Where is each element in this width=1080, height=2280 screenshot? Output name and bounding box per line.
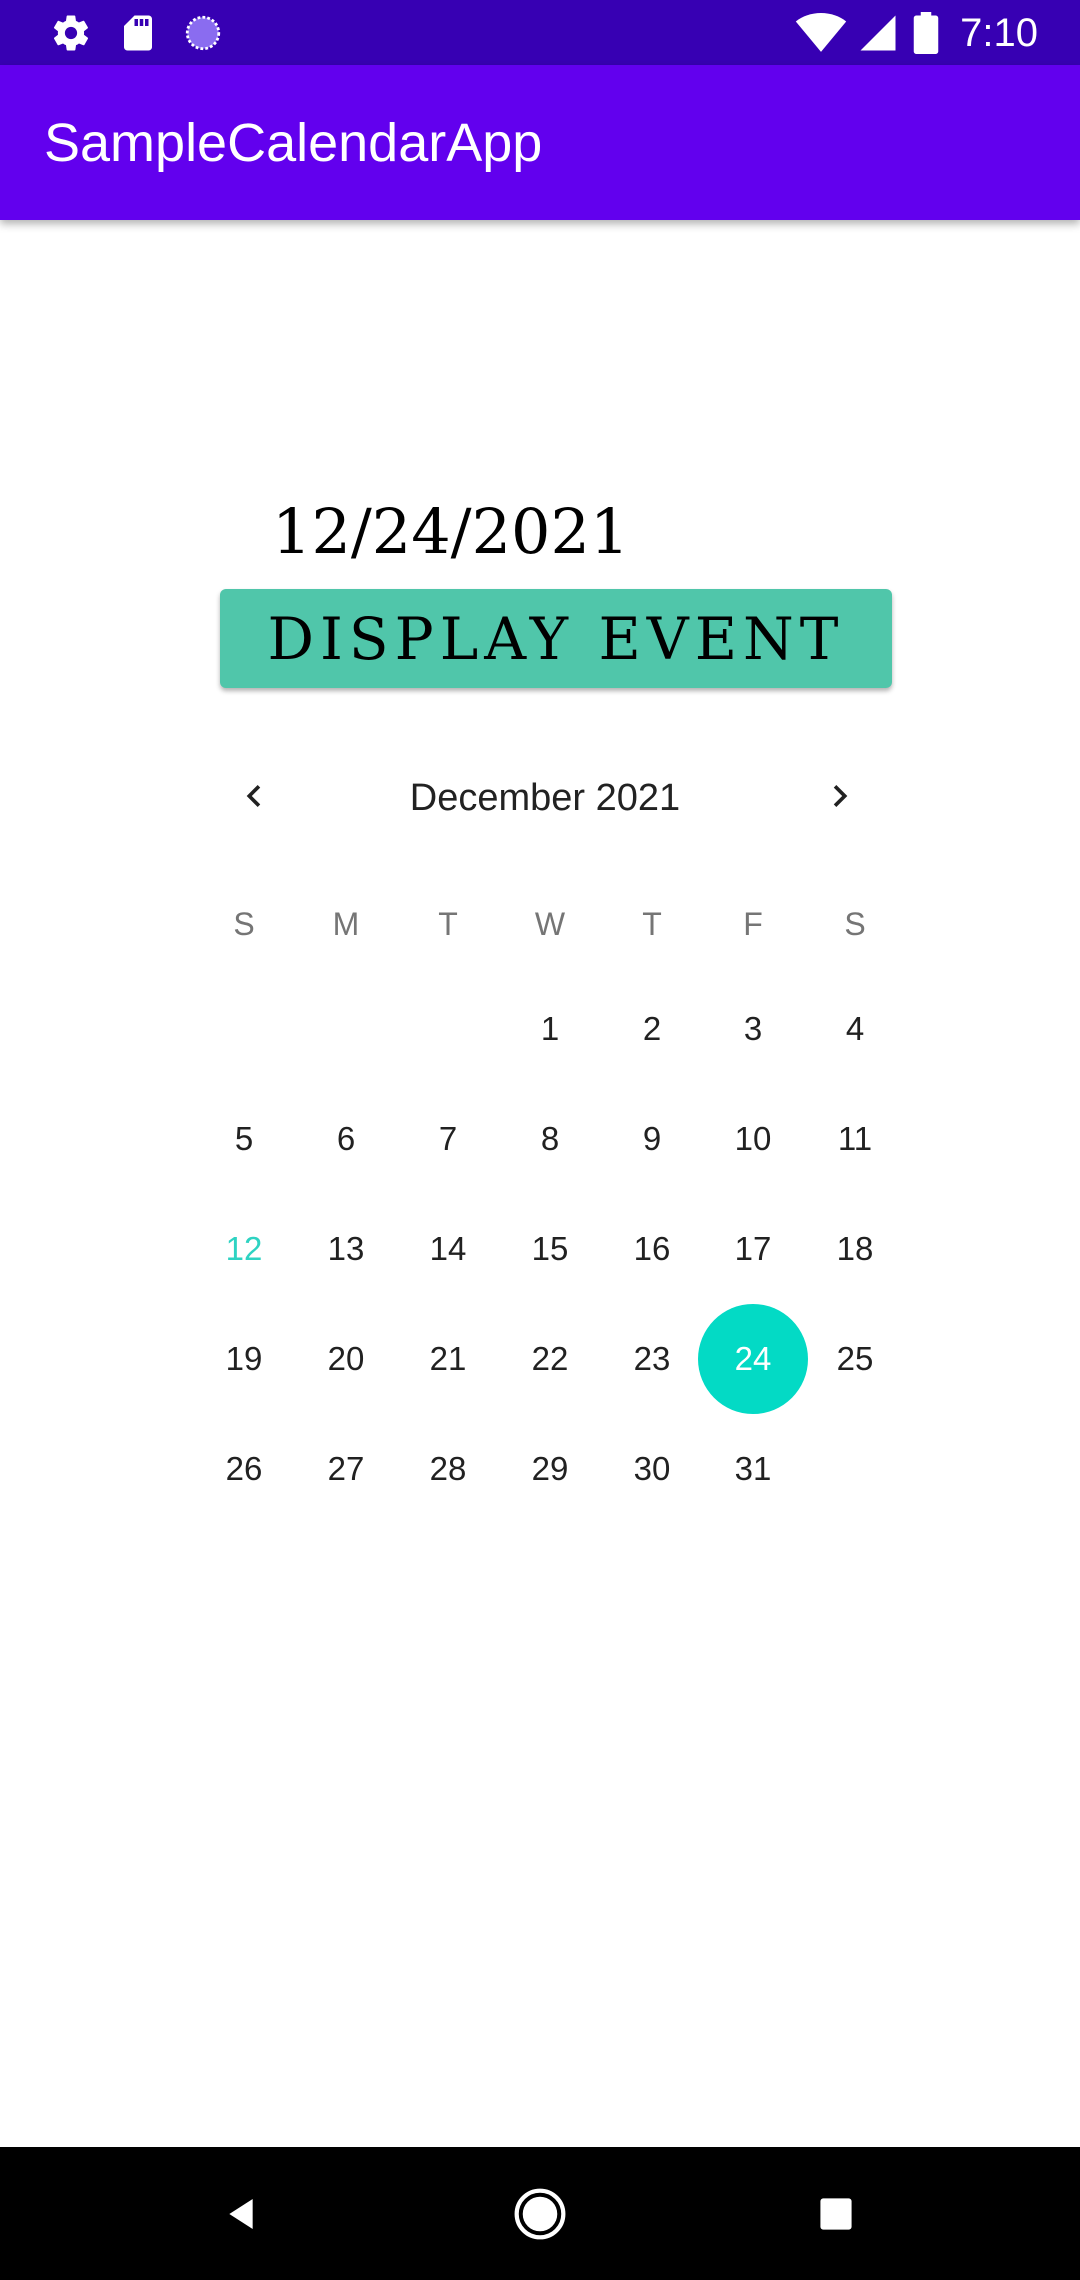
day-cell[interactable]: 13 xyxy=(291,1194,401,1304)
day-cell[interactable]: 30 xyxy=(597,1414,707,1524)
day-cell[interactable]: 15 xyxy=(495,1194,605,1304)
chevron-right-icon xyxy=(818,774,862,823)
day-cell[interactable]: 20 xyxy=(291,1304,401,1414)
day-cell[interactable]: 11 xyxy=(800,1084,910,1194)
day-cell[interactable]: 17 xyxy=(698,1194,808,1304)
recents-icon xyxy=(819,2197,853,2231)
app-bar: SampleCalendarApp xyxy=(0,65,1080,220)
day-cell[interactable]: 18 xyxy=(800,1194,910,1304)
recents-button[interactable] xyxy=(795,2173,877,2255)
day-cell[interactable]: 31 xyxy=(698,1414,808,1524)
day-cell[interactable]: 9 xyxy=(597,1084,707,1194)
wifi-icon xyxy=(795,12,847,54)
next-month-button[interactable] xyxy=(800,758,880,838)
day-cell[interactable]: 27 xyxy=(291,1414,401,1524)
app-title: SampleCalendarApp xyxy=(44,113,543,173)
day-cell[interactable]: 1 xyxy=(495,974,605,1084)
weekday-header-row: S M T W T F S xyxy=(0,898,1080,950)
day-cell[interactable]: 26 xyxy=(189,1414,299,1524)
home-icon xyxy=(512,2186,568,2242)
day-cell[interactable]: 22 xyxy=(495,1304,605,1414)
calendar-header: December 2021 xyxy=(210,758,880,838)
sd-card-icon xyxy=(117,12,159,54)
weekday-label: F xyxy=(743,906,763,942)
day-cell[interactable]: 23 xyxy=(597,1304,707,1414)
display-event-button[interactable]: DISPLAY EVENT xyxy=(220,589,892,688)
weekday-label: S xyxy=(233,906,255,942)
weekday-label: W xyxy=(534,906,566,942)
day-cell[interactable]: 25 xyxy=(800,1304,910,1414)
day-cell[interactable]: 19 xyxy=(189,1304,299,1414)
day-cell[interactable]: 10 xyxy=(698,1084,808,1194)
day-cell[interactable]: 21 xyxy=(393,1304,503,1414)
day-cell[interactable]: 8 xyxy=(495,1084,605,1194)
weekday-label: M xyxy=(332,906,360,942)
day-cell[interactable]: 6 xyxy=(291,1084,401,1194)
weekday-label: T xyxy=(438,906,458,942)
day-cell[interactable]: 28 xyxy=(393,1414,503,1524)
today-day-cell[interactable]: 12 xyxy=(189,1194,299,1304)
selected-day-cell[interactable]: 24 xyxy=(698,1304,808,1414)
settings-icon xyxy=(50,12,92,54)
display-event-label: DISPLAY EVENT xyxy=(267,604,845,673)
back-icon xyxy=(221,2194,261,2234)
day-cell[interactable]: 29 xyxy=(495,1414,605,1524)
day-cell[interactable]: 16 xyxy=(597,1194,707,1304)
status-time: 7:10 xyxy=(960,11,1038,55)
system-navigation-bar xyxy=(0,2147,1080,2280)
cellular-signal-icon xyxy=(857,12,899,54)
day-cell[interactable]: 7 xyxy=(393,1084,503,1194)
month-year-label[interactable]: December 2021 xyxy=(210,758,880,838)
selected-date-text: 12/24/2021 xyxy=(272,495,630,568)
day-cell[interactable]: 4 xyxy=(800,974,910,1084)
back-button[interactable] xyxy=(200,2173,282,2255)
day-cell[interactable]: 14 xyxy=(393,1194,503,1304)
calendar-day-grid: 1 2 3 4 5 6 7 8 9 10 11 12 13 14 15 16 17 18 19 20 21 22 23 24 2… xyxy=(0,0,1080,2280)
sync-progress-icon xyxy=(182,12,224,54)
weekday-label: S xyxy=(844,906,866,942)
weekday-label: T xyxy=(642,906,662,942)
day-cell[interactable]: 5 xyxy=(189,1084,299,1194)
day-cell[interactable]: 2 xyxy=(597,974,707,1084)
battery-icon xyxy=(908,12,944,54)
status-bar: 7:10 xyxy=(0,0,1080,65)
home-button[interactable] xyxy=(499,2173,581,2255)
day-cell[interactable]: 3 xyxy=(698,974,808,1084)
